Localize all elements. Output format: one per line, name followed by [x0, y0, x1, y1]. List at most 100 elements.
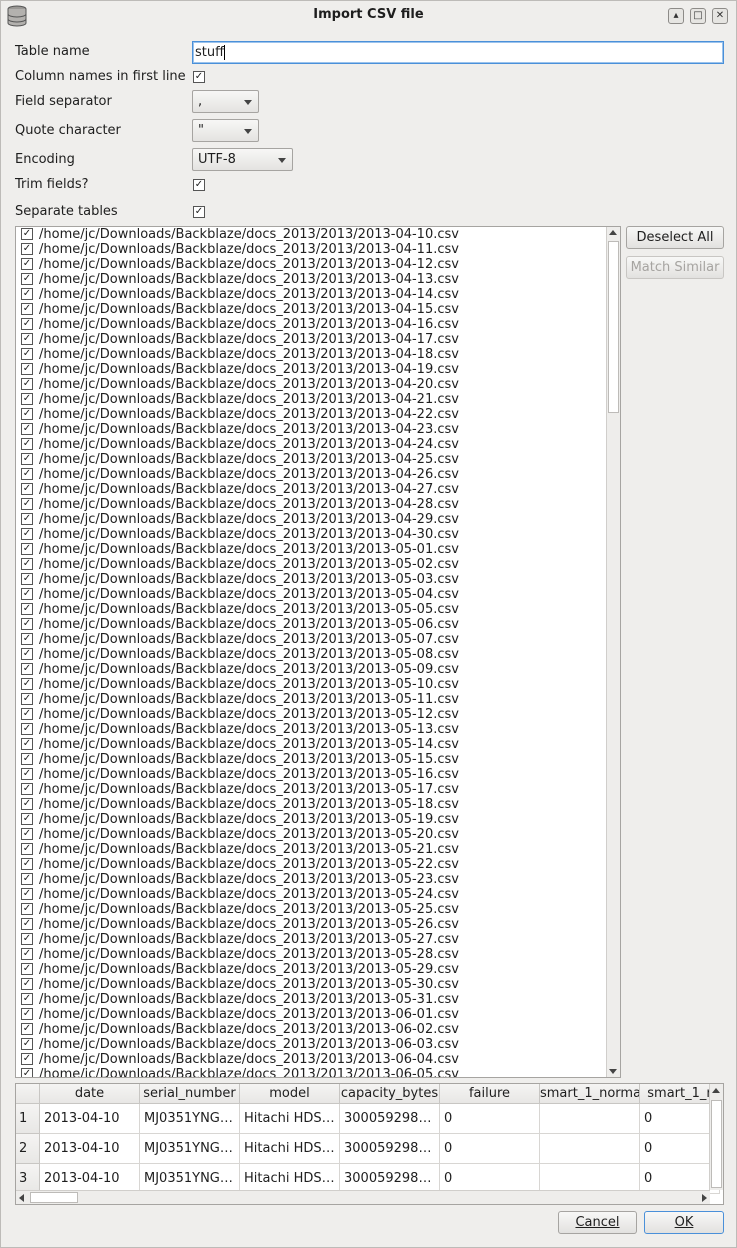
file-list-item[interactable]: ✓ /home/jc/Downloads/Backblaze/docs_2013/… — [16, 857, 605, 872]
file-checkbox[interactable]: ✓ — [21, 333, 33, 345]
file-list-item[interactable]: ✓ /home/jc/Downloads/Backblaze/docs_2013/… — [16, 647, 605, 662]
preview-horizontal-scrollbar[interactable] — [16, 1190, 710, 1204]
scroll-left-arrow-icon[interactable] — [19, 1194, 24, 1202]
file-list-item[interactable]: ✓ /home/jc/Downloads/Backblaze/docs_2013/… — [16, 767, 605, 782]
file-checkbox[interactable]: ✓ — [21, 918, 33, 930]
file-checkbox[interactable]: ✓ — [21, 663, 33, 675]
scrollbar-thumb[interactable] — [608, 241, 619, 413]
file-checkbox[interactable]: ✓ — [21, 828, 33, 840]
table-name-input[interactable]: stuff — [192, 41, 724, 64]
file-checkbox[interactable]: ✓ — [21, 783, 33, 795]
file-list-scrollbar[interactable] — [606, 227, 620, 1077]
file-list-item[interactable]: ✓ /home/jc/Downloads/Backblaze/docs_2013/… — [16, 272, 605, 287]
file-list-item[interactable]: ✓ /home/jc/Downloads/Backblaze/docs_2013/… — [16, 797, 605, 812]
file-checkbox[interactable]: ✓ — [21, 543, 33, 555]
column-header[interactable]: smart_1_r — [640, 1084, 720, 1104]
file-list-item[interactable]: ✓ /home/jc/Downloads/Backblaze/docs_2013/… — [16, 902, 605, 917]
file-list-item[interactable]: ✓ /home/jc/Downloads/Backblaze/docs_2013/… — [16, 332, 605, 347]
file-list-item[interactable]: ✓ /home/jc/Downloads/Backblaze/docs_2013/… — [16, 257, 605, 272]
scrollbar-thumb[interactable] — [711, 1100, 722, 1188]
file-checkbox[interactable]: ✓ — [21, 933, 33, 945]
file-checkbox[interactable]: ✓ — [21, 588, 33, 600]
table-cell[interactable]: 2013-04-10 — [40, 1104, 140, 1134]
table-cell[interactable]: 0 — [640, 1134, 720, 1164]
file-checkbox[interactable]: ✓ — [21, 768, 33, 780]
file-list-item[interactable]: ✓ /home/jc/Downloads/Backblaze/docs_2013/… — [16, 1037, 605, 1052]
file-checkbox[interactable]: ✓ — [21, 648, 33, 660]
table-cell[interactable] — [540, 1134, 640, 1164]
file-checkbox[interactable]: ✓ — [21, 303, 33, 315]
shade-button[interactable]: ▴ — [668, 8, 684, 24]
file-list-item[interactable]: ✓ /home/jc/Downloads/Backblaze/docs_2013/… — [16, 407, 605, 422]
file-checkbox[interactable]: ✓ — [21, 453, 33, 465]
file-checkbox[interactable]: ✓ — [21, 468, 33, 480]
file-list-item[interactable]: ✓ /home/jc/Downloads/Backblaze/docs_2013/… — [16, 992, 605, 1007]
file-checkbox[interactable]: ✓ — [21, 618, 33, 630]
table-cell[interactable]: 300059298… — [340, 1104, 440, 1134]
quote-character-combo[interactable]: " — [192, 119, 259, 142]
column-header[interactable]: serial_number — [140, 1084, 240, 1104]
column-header[interactable]: model — [240, 1084, 340, 1104]
scrollbar-thumb[interactable] — [30, 1192, 78, 1203]
table-cell[interactable]: 0 — [440, 1134, 540, 1164]
file-list-item[interactable]: ✓ /home/jc/Downloads/Backblaze/docs_2013/… — [16, 542, 605, 557]
file-list-item[interactable]: ✓ /home/jc/Downloads/Backblaze/docs_2013/… — [16, 722, 605, 737]
file-checkbox[interactable]: ✓ — [21, 633, 33, 645]
file-list-item[interactable]: ✓ /home/jc/Downloads/Backblaze/docs_2013/… — [16, 872, 605, 887]
table-cell[interactable]: MJ0351YNG… — [140, 1104, 240, 1134]
file-list-item[interactable]: ✓ /home/jc/Downloads/Backblaze/docs_2013/… — [16, 692, 605, 707]
file-checkbox[interactable]: ✓ — [21, 423, 33, 435]
file-checkbox[interactable]: ✓ — [21, 1038, 33, 1050]
scroll-up-arrow-icon[interactable] — [712, 1088, 720, 1093]
file-list-item[interactable]: ✓ /home/jc/Downloads/Backblaze/docs_2013/… — [16, 482, 605, 497]
file-checkbox[interactable]: ✓ — [21, 723, 33, 735]
table-cell[interactable] — [540, 1104, 640, 1134]
table-cell[interactable]: 0 — [640, 1104, 720, 1134]
file-list-item[interactable]: ✓ /home/jc/Downloads/Backblaze/docs_2013/… — [16, 752, 605, 767]
file-list-item[interactable]: ✓ /home/jc/Downloads/Backblaze/docs_2013/… — [16, 467, 605, 482]
file-list-item[interactable]: ✓ /home/jc/Downloads/Backblaze/docs_2013/… — [16, 947, 605, 962]
file-list[interactable]: ✓ /home/jc/Downloads/Backblaze/docs_2013/… — [15, 226, 621, 1078]
file-list-item[interactable]: ✓ /home/jc/Downloads/Backblaze/docs_2013/… — [16, 362, 605, 377]
file-list-item[interactable]: ✓ /home/jc/Downloads/Backblaze/docs_2013/… — [16, 452, 605, 467]
file-checkbox[interactable]: ✓ — [21, 858, 33, 870]
file-checkbox[interactable]: ✓ — [21, 573, 33, 585]
file-list-item[interactable]: ✓ /home/jc/Downloads/Backblaze/docs_2013/… — [16, 737, 605, 752]
close-button[interactable]: ✕ — [712, 8, 728, 24]
file-checkbox[interactable]: ✓ — [21, 873, 33, 885]
column-header[interactable]: capacity_bytes — [340, 1084, 440, 1104]
table-cell[interactable]: Hitachi HDS… — [240, 1104, 340, 1134]
file-checkbox[interactable]: ✓ — [21, 273, 33, 285]
row-header[interactable]: 1 — [16, 1104, 40, 1134]
file-list-item[interactable]: ✓ /home/jc/Downloads/Backblaze/docs_2013/… — [16, 812, 605, 827]
file-checkbox[interactable]: ✓ — [21, 363, 33, 375]
separate-tables-checkbox[interactable]: ✓ — [193, 206, 205, 218]
file-list-item[interactable]: ✓ /home/jc/Downloads/Backblaze/docs_2013/… — [16, 707, 605, 722]
file-list-item[interactable]: ✓ /home/jc/Downloads/Backblaze/docs_2013/… — [16, 827, 605, 842]
file-checkbox[interactable]: ✓ — [21, 813, 33, 825]
file-checkbox[interactable]: ✓ — [21, 948, 33, 960]
file-list-item[interactable]: ✓ /home/jc/Downloads/Backblaze/docs_2013/… — [16, 842, 605, 857]
file-list-item[interactable]: ✓ /home/jc/Downloads/Backblaze/docs_2013/… — [16, 617, 605, 632]
file-list-item[interactable]: ✓ /home/jc/Downloads/Backblaze/docs_2013/… — [16, 782, 605, 797]
file-checkbox[interactable]: ✓ — [21, 753, 33, 765]
file-list-item[interactable]: ✓ /home/jc/Downloads/Backblaze/docs_2013/… — [16, 977, 605, 992]
match-similar-button[interactable]: Match Similar — [626, 256, 724, 279]
file-list-item[interactable]: ✓ /home/jc/Downloads/Backblaze/docs_2013/… — [16, 572, 605, 587]
file-list-item[interactable]: ✓ /home/jc/Downloads/Backblaze/docs_2013/… — [16, 317, 605, 332]
file-checkbox[interactable]: ✓ — [21, 843, 33, 855]
file-checkbox[interactable]: ✓ — [21, 513, 33, 525]
file-list-item[interactable]: ✓ /home/jc/Downloads/Backblaze/docs_2013/… — [16, 557, 605, 572]
file-list-item[interactable]: ✓ /home/jc/Downloads/Backblaze/docs_2013/… — [16, 242, 605, 257]
file-checkbox[interactable]: ✓ — [21, 738, 33, 750]
file-list-item[interactable]: ✓ /home/jc/Downloads/Backblaze/docs_2013/… — [16, 662, 605, 677]
file-list-item[interactable]: ✓ /home/jc/Downloads/Backblaze/docs_2013/… — [16, 287, 605, 302]
file-list-item[interactable]: ✓ /home/jc/Downloads/Backblaze/docs_2013/… — [16, 887, 605, 902]
file-list-item[interactable]: ✓ /home/jc/Downloads/Backblaze/docs_2013/… — [16, 632, 605, 647]
file-checkbox[interactable]: ✓ — [21, 1023, 33, 1035]
file-checkbox[interactable]: ✓ — [21, 243, 33, 255]
file-list-item[interactable]: ✓ /home/jc/Downloads/Backblaze/docs_2013/… — [16, 347, 605, 362]
file-list-item[interactable]: ✓ /home/jc/Downloads/Backblaze/docs_2013/… — [16, 497, 605, 512]
encoding-combo[interactable]: UTF-8 — [192, 148, 293, 171]
column-header[interactable]: date — [40, 1084, 140, 1104]
